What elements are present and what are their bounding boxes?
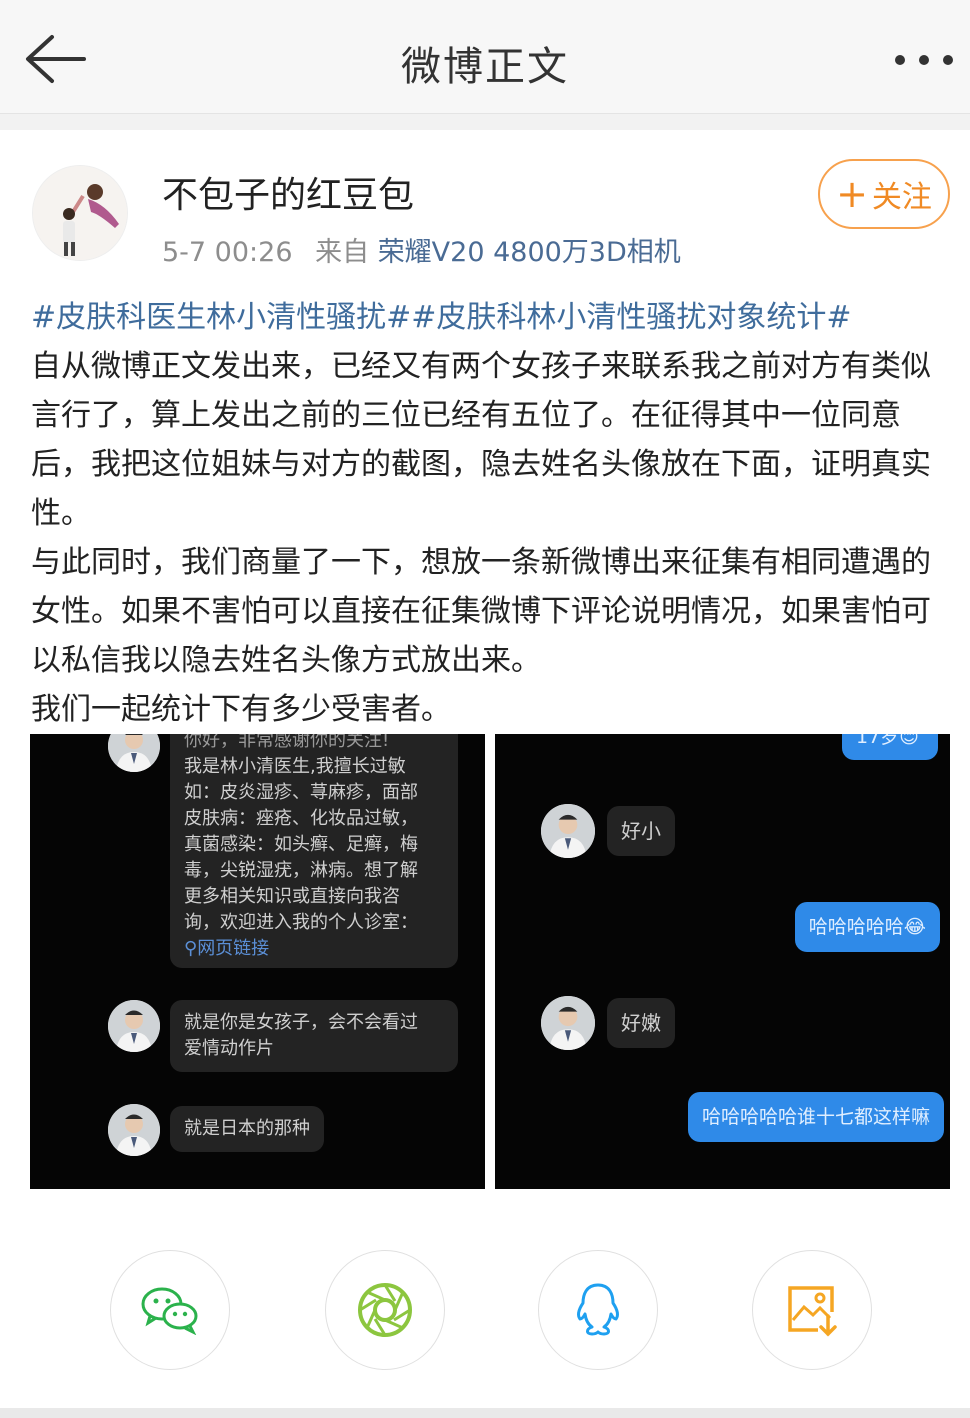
doctor-avatar <box>541 996 595 1050</box>
post-paragraph-2: 与此同时，我们商量了一下，想放一条新微博出来征集有相同遭遇的女性。如果不害怕可以… <box>31 545 931 678</box>
doctor-avatar <box>108 1000 160 1052</box>
message-line: 爱情动作片 <box>184 1038 274 1059</box>
message-bubble-sent: 哈哈哈哈哈😂 <box>794 902 940 952</box>
post-image-2[interactable]: 17岁😊 好小 哈哈哈哈哈😂 好嫩 哈哈哈哈哈谁十七都这样嘛 <box>495 734 950 1189</box>
message-line: 询，欢迎进入我的个人诊室： <box>184 912 418 933</box>
post-paragraph-3: 我们一起统计下有多少受害者。 <box>31 692 451 727</box>
message-bubble: 就是你是女孩子，会不会看过 爱情动作片 <box>170 1000 458 1072</box>
bottom-divider <box>0 1408 970 1418</box>
from-label: 来自 <box>315 237 370 268</box>
section-divider <box>0 114 970 130</box>
more-dots-icon <box>895 55 953 65</box>
plus-icon: + <box>836 172 868 216</box>
doctor-avatar <box>108 734 160 772</box>
message-line: 就是你是女孩子，会不会看过 <box>184 1012 418 1033</box>
message-line: 如：皮炎湿疹、荨麻疹，面部 <box>184 782 418 803</box>
message-bubble: 就是日本的那种 <box>170 1106 324 1152</box>
message-bubble: 好嫩 <box>607 998 675 1048</box>
follow-button[interactable]: + 关注 <box>818 159 950 229</box>
message-bubble: 你好，非常感谢你的关注! 我是林小清医生,我擅长过敏 如：皮炎湿疹、荨麻疹，面部… <box>170 734 458 968</box>
avatar[interactable] <box>32 165 128 261</box>
post-image-1[interactable]: 你好，非常感谢你的关注! 我是林小清医生,我擅长过敏 如：皮炎湿疹、荨麻疹，面部… <box>30 734 485 1189</box>
qq-icon <box>577 1283 619 1336</box>
moments-icon <box>358 1283 412 1337</box>
wechat-icon <box>141 1287 198 1335</box>
share-wechat-button[interactable] <box>110 1250 230 1370</box>
hashtag-1[interactable]: #皮肤科医生林小清性骚扰# <box>31 300 411 335</box>
message-bubble: 好小 <box>607 806 675 856</box>
post-time: 5-7 00:26 <box>162 237 293 268</box>
post-body: #皮肤科医生林小清性骚扰##皮肤科林小清性骚扰对象统计# 自从微博正文发出来，已… <box>31 293 946 734</box>
message-line: 你好，非常感谢你的关注! <box>184 734 390 751</box>
doctor-avatar <box>108 1104 160 1156</box>
top-bar: 微博正文 <box>0 0 970 114</box>
author-name[interactable]: 不包子的红豆包 <box>162 166 414 218</box>
message-line: 皮肤病：痤疮、化妆品过敏， <box>184 808 418 829</box>
share-moments-button[interactable] <box>325 1250 445 1370</box>
save-image-button[interactable] <box>752 1250 872 1370</box>
doctor-avatar <box>541 804 595 858</box>
message-bubble-sent: 哈哈哈哈哈谁十七都这样嘛 <box>687 1092 944 1142</box>
share-qq-button[interactable] <box>538 1250 658 1370</box>
post-source[interactable]: 荣耀V20 4800万3D相机 <box>378 237 681 268</box>
hashtag-2[interactable]: #皮肤科林小清性骚扰对象统计# <box>411 300 851 335</box>
web-link: ⚲网页链接 <box>184 938 270 959</box>
save-image-icon <box>788 1286 837 1337</box>
message-line: 更多相关知识或直接向我咨 <box>184 886 400 907</box>
link-icon: ⚲ <box>184 938 198 959</box>
hashtag-line: #皮肤科医生林小清性骚扰##皮肤科林小清性骚扰对象统计# <box>31 293 946 342</box>
page-title: 微博正文 <box>401 44 569 90</box>
post-paragraph-1: 自从微博正文发出来，已经又有两个女孩子来联系我之前对方有类似言行了，算上发出之前… <box>31 349 931 531</box>
post-meta: 5-7 00:26 来自 荣耀V20 4800万3D相机 <box>162 230 681 269</box>
more-button[interactable] <box>892 50 956 70</box>
follow-label: 关注 <box>871 180 932 215</box>
message-line: 真菌感染：如头癣、足癣，梅 <box>184 834 418 855</box>
message-line: 毒，尖锐湿疣，淋病。想了解 <box>184 860 418 881</box>
message-line: 我是林小清医生,我擅长过敏 <box>184 756 406 777</box>
message-bubble-sent: 17岁😊 <box>842 734 938 760</box>
